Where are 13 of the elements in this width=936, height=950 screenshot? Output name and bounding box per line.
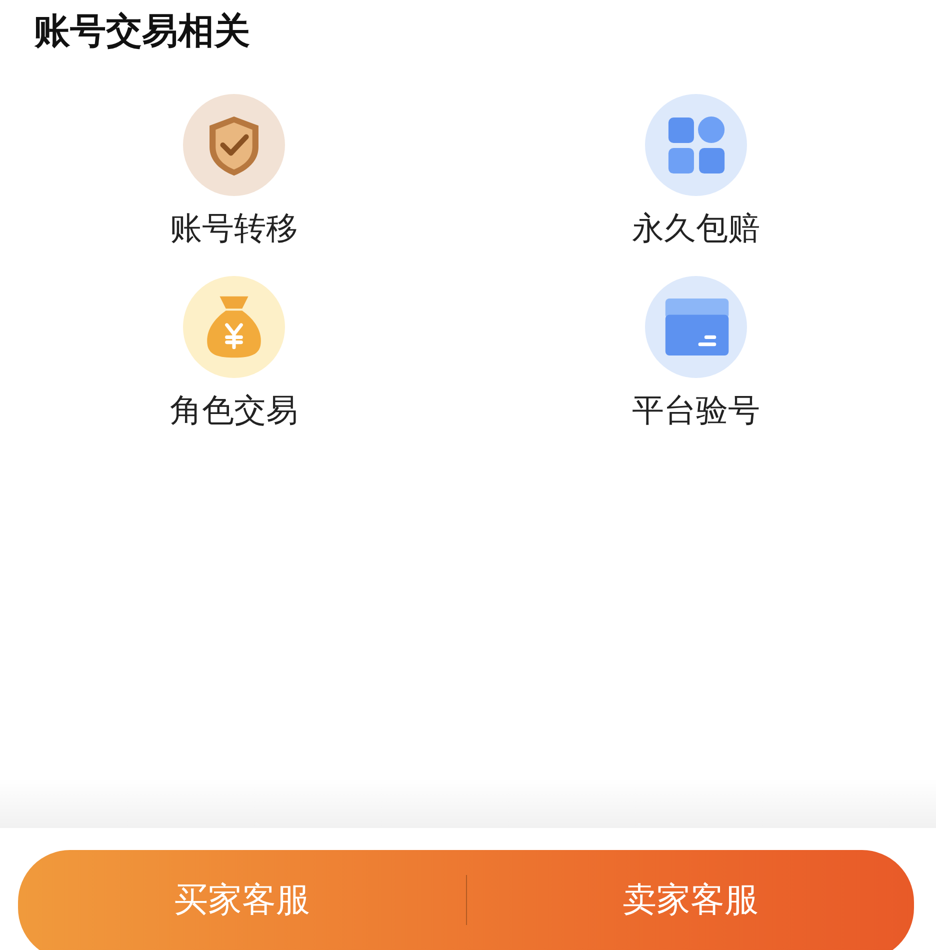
card-icon (645, 276, 747, 378)
item-label: 平台验号 (632, 390, 760, 430)
service-item[interactable]: 账号转移 (34, 94, 434, 248)
service-item[interactable]: 平台验号 (496, 276, 896, 430)
item-label: 角色交易 (170, 390, 298, 430)
money-bag-icon (183, 276, 285, 378)
blocks-icon (645, 94, 747, 196)
section-title: 账号交易相关 (34, 10, 251, 54)
service-item[interactable]: 永久包赔 (496, 94, 896, 248)
item-label: 永久包赔 (632, 208, 760, 248)
service-item[interactable]: 角色交易 (34, 276, 434, 430)
shield-icon (183, 94, 285, 196)
item-label: 账号转移 (170, 208, 298, 248)
